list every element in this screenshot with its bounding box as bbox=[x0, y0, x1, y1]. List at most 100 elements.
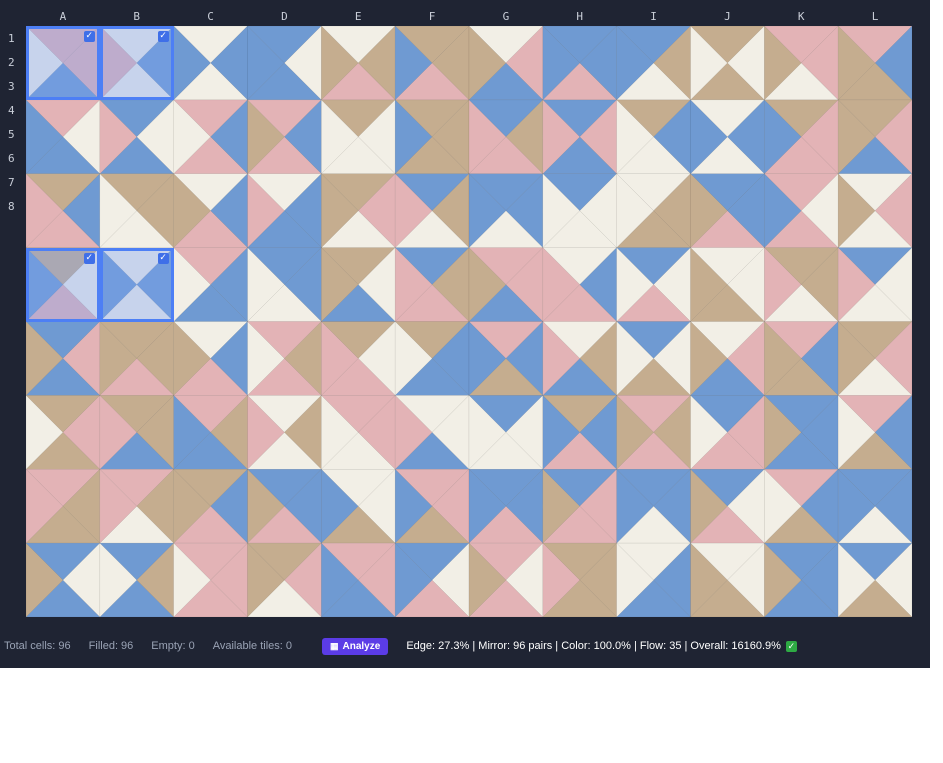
tile-l6[interactable] bbox=[837, 394, 912, 470]
tile-j8[interactable] bbox=[689, 542, 765, 617]
tile-j4[interactable] bbox=[689, 247, 765, 323]
tile-i5[interactable] bbox=[616, 320, 692, 396]
tile-g5[interactable] bbox=[468, 320, 544, 396]
tile-l4[interactable] bbox=[837, 247, 912, 323]
selected-cell-b4[interactable]: ✓ bbox=[99, 247, 174, 322]
tile-a2[interactable] bbox=[26, 99, 101, 175]
tile-k5[interactable] bbox=[763, 320, 839, 396]
tile-c8[interactable] bbox=[173, 542, 249, 617]
tile-j7[interactable] bbox=[689, 468, 765, 544]
tile-b5[interactable] bbox=[99, 320, 175, 396]
tile-h6[interactable] bbox=[542, 394, 618, 470]
tile-l3[interactable] bbox=[837, 173, 912, 249]
tile-h4[interactable] bbox=[542, 247, 618, 323]
tile-e6[interactable] bbox=[320, 394, 396, 470]
tile-e5[interactable] bbox=[320, 320, 396, 396]
tile-c3[interactable] bbox=[173, 173, 249, 249]
tile-g2[interactable] bbox=[468, 99, 544, 175]
tile-c2[interactable] bbox=[173, 99, 249, 175]
tile-g8[interactable] bbox=[468, 542, 544, 617]
tile-d6[interactable] bbox=[246, 394, 322, 470]
analyze-button[interactable]: ▦ Analyze bbox=[322, 637, 389, 655]
tile-i4[interactable] bbox=[616, 247, 692, 323]
tile-e8[interactable] bbox=[320, 542, 396, 617]
tile-l1[interactable] bbox=[837, 26, 912, 101]
tile-d3[interactable] bbox=[246, 173, 322, 249]
tile-f3[interactable] bbox=[394, 173, 470, 249]
tile-b3[interactable] bbox=[99, 173, 175, 249]
checkmark-icon: ✓ bbox=[157, 31, 169, 42]
tile-c6[interactable] bbox=[173, 394, 249, 470]
tile-a8[interactable] bbox=[26, 542, 101, 617]
tile-j1[interactable] bbox=[689, 26, 765, 101]
tile-a7[interactable] bbox=[26, 468, 101, 544]
tile-e7[interactable] bbox=[320, 468, 396, 544]
tile-g7[interactable] bbox=[468, 468, 544, 544]
tile-k4[interactable] bbox=[763, 247, 839, 323]
tile-j5[interactable] bbox=[689, 320, 765, 396]
tile-f5[interactable] bbox=[394, 320, 470, 396]
tile-e4[interactable] bbox=[320, 247, 396, 323]
tile-k8[interactable] bbox=[763, 542, 839, 617]
tile-g1[interactable] bbox=[468, 26, 544, 101]
tile-g3[interactable] bbox=[468, 173, 544, 249]
tile-d5[interactable] bbox=[246, 320, 322, 396]
tile-l8[interactable] bbox=[837, 542, 912, 617]
tile-h8[interactable] bbox=[542, 542, 618, 617]
tile-d8[interactable] bbox=[246, 542, 322, 617]
tile-b2[interactable] bbox=[99, 99, 175, 175]
tile-f4[interactable] bbox=[394, 247, 470, 323]
tile-j3[interactable] bbox=[689, 173, 765, 249]
tile-l7[interactable] bbox=[837, 468, 912, 544]
tile-c4[interactable] bbox=[173, 247, 249, 323]
tile-i2[interactable] bbox=[616, 99, 692, 175]
selected-cell-a1[interactable]: ✓ bbox=[26, 26, 100, 100]
tile-a5[interactable] bbox=[26, 320, 101, 396]
tile-i8[interactable] bbox=[616, 542, 692, 617]
tile-e2[interactable] bbox=[320, 99, 396, 175]
tile-a3[interactable] bbox=[26, 173, 101, 249]
tile-k7[interactable] bbox=[763, 468, 839, 544]
tile-k2[interactable] bbox=[763, 99, 839, 175]
tile-b8[interactable] bbox=[99, 542, 175, 617]
tile-h3[interactable] bbox=[542, 173, 618, 249]
tile-j6[interactable] bbox=[689, 394, 765, 470]
tile-d4[interactable] bbox=[246, 247, 322, 323]
tile-i7[interactable] bbox=[616, 468, 692, 544]
tile-e3[interactable] bbox=[320, 173, 396, 249]
tile-k1[interactable] bbox=[763, 26, 839, 101]
tile-c5[interactable] bbox=[173, 320, 249, 396]
tile-h2[interactable] bbox=[542, 99, 618, 175]
tile-g4[interactable] bbox=[468, 247, 544, 323]
tile-b7[interactable] bbox=[99, 468, 175, 544]
tile-f8[interactable] bbox=[394, 542, 470, 617]
tile-i1[interactable] bbox=[616, 26, 692, 101]
tile-l5[interactable] bbox=[837, 320, 912, 396]
tile-h5[interactable] bbox=[542, 320, 618, 396]
tile-e1[interactable] bbox=[320, 26, 396, 101]
tile-d7[interactable] bbox=[246, 468, 322, 544]
tile-j2[interactable] bbox=[689, 99, 765, 175]
selected-cell-b1[interactable]: ✓ bbox=[99, 26, 174, 100]
tile-c7[interactable] bbox=[173, 468, 249, 544]
checkmark-icon: ✓ bbox=[157, 252, 169, 264]
tile-g6[interactable] bbox=[468, 394, 544, 470]
tile-l2[interactable] bbox=[837, 99, 912, 175]
tile-i3[interactable] bbox=[616, 173, 692, 249]
tile-i6[interactable] bbox=[616, 394, 692, 470]
tile-h7[interactable] bbox=[542, 468, 618, 544]
tile-f6[interactable] bbox=[394, 394, 470, 470]
tile-f7[interactable] bbox=[394, 468, 470, 544]
tile-f1[interactable] bbox=[394, 26, 470, 101]
tile-a6[interactable] bbox=[26, 394, 101, 470]
tile-grid[interactable]: ✓ ✓ ✓ ✓ bbox=[26, 26, 912, 617]
tile-d1[interactable] bbox=[246, 26, 322, 101]
tile-b6[interactable] bbox=[99, 394, 175, 470]
tile-d2[interactable] bbox=[246, 99, 322, 175]
tile-c1[interactable] bbox=[173, 26, 249, 101]
tile-f2[interactable] bbox=[394, 99, 470, 175]
tile-k6[interactable] bbox=[763, 394, 839, 470]
tile-h1[interactable] bbox=[542, 26, 618, 101]
tile-k3[interactable] bbox=[763, 173, 839, 249]
selected-cell-a4[interactable]: ✓ bbox=[26, 247, 100, 322]
